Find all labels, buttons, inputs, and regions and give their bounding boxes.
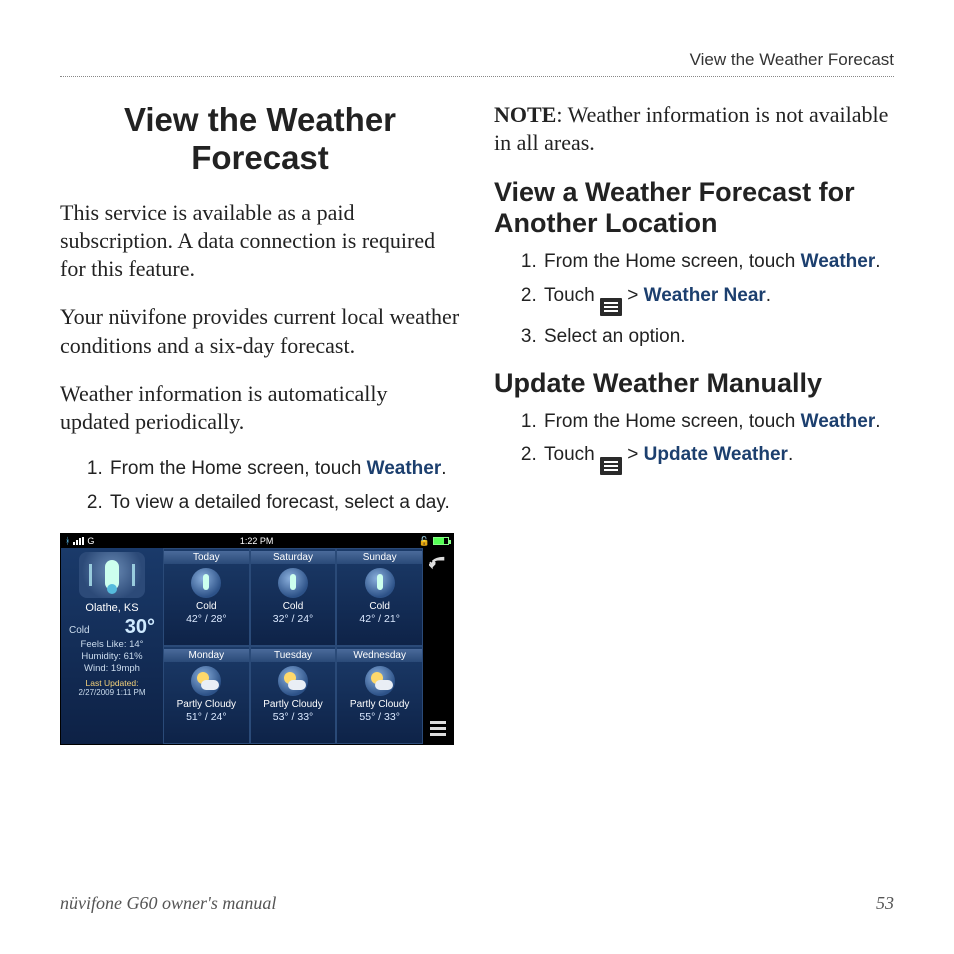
day-label: Today bbox=[164, 551, 249, 564]
day-label: Saturday bbox=[251, 551, 336, 564]
current-conditions-panel: Olathe, KS Cold 30° Feels Like: 14° Humi… bbox=[61, 548, 163, 744]
humidity: Humidity: 61% bbox=[81, 651, 142, 663]
page-title: View the Weather Forecast bbox=[60, 101, 460, 177]
s3-step2: Touch > Update Weather. bbox=[542, 442, 894, 475]
menu-icon bbox=[600, 298, 622, 316]
section-another-location-title: View a Weather Forecast for Another Loca… bbox=[494, 177, 894, 239]
running-header: View the Weather Forecast bbox=[60, 50, 894, 77]
s2-step2-pre: Touch bbox=[544, 285, 600, 306]
day-label: Sunday bbox=[337, 551, 422, 564]
weather-link: Weather bbox=[801, 411, 876, 432]
s2-step3: Select an option. bbox=[542, 324, 894, 350]
weather-icon bbox=[365, 568, 395, 598]
forecast-grid: TodayCold42° / 28°SaturdayCold32° / 24°S… bbox=[163, 548, 423, 744]
left-column: View the Weather Forecast This service i… bbox=[60, 101, 460, 745]
lock-icon: 🔓 bbox=[419, 536, 430, 547]
s2-step1-text: From the Home screen, touch bbox=[544, 251, 801, 272]
page-number: 53 bbox=[876, 893, 894, 914]
intro-paragraph-3: Weather information is automatically upd… bbox=[60, 380, 460, 436]
note-label: NOTE bbox=[494, 102, 556, 127]
update-weather-link: Update Weather bbox=[644, 444, 788, 465]
s2-step1: From the Home screen, touch Weather. bbox=[542, 249, 894, 275]
note-paragraph: NOTE: Weather information is not availab… bbox=[494, 101, 894, 157]
feels-like: Feels Like: 14° bbox=[81, 639, 144, 651]
forecast-condition: Cold bbox=[196, 601, 217, 612]
menu-icon bbox=[600, 457, 622, 475]
day-label: Monday bbox=[164, 649, 249, 662]
s3-step1: From the Home screen, touch Weather. bbox=[542, 409, 894, 435]
forecast-condition: Cold bbox=[283, 601, 304, 612]
forecast-hilow: 51° / 24° bbox=[186, 711, 227, 723]
forecast-cell[interactable]: Wednesday Partly Cloudy55° / 33° bbox=[336, 646, 423, 744]
forecast-hilow: 42° / 28° bbox=[186, 613, 227, 625]
step-1-text: From the Home screen, touch bbox=[110, 458, 367, 479]
step-1: From the Home screen, touch Weather. bbox=[108, 456, 460, 482]
right-column: NOTE: Weather information is not availab… bbox=[494, 101, 894, 745]
intro-paragraph-1: This service is available as a paid subs… bbox=[60, 199, 460, 283]
page-footer: nüvifone G60 owner's manual 53 bbox=[60, 893, 894, 914]
section-update-manually-title: Update Weather Manually bbox=[494, 368, 894, 399]
forecast-hilow: 53° / 33° bbox=[273, 711, 314, 723]
weather-near-link: Weather Near bbox=[644, 285, 766, 306]
current-temp: 30° bbox=[125, 616, 155, 639]
s3-step2-pre: Touch bbox=[544, 444, 600, 465]
day-label: Wednesday bbox=[337, 649, 422, 662]
forecast-cell[interactable]: Sunday Cold42° / 21° bbox=[336, 548, 423, 646]
weather-icon bbox=[365, 666, 395, 696]
forecast-condition: Partly Cloudy bbox=[177, 699, 236, 710]
step-2: To view a detailed forecast, select a da… bbox=[108, 490, 460, 516]
weather-link: Weather bbox=[801, 251, 876, 272]
main-steps: From the Home screen, touch Weather. To … bbox=[60, 456, 460, 515]
forecast-cell[interactable]: Monday Partly Cloudy51° / 24° bbox=[163, 646, 250, 744]
wind: Wind: 19mph bbox=[84, 663, 140, 675]
location-label: Olathe, KS bbox=[85, 602, 138, 614]
s2-step2-sep: > bbox=[622, 285, 644, 306]
forecast-hilow: 55° / 33° bbox=[359, 711, 400, 723]
bluetooth-icon: ᚼ bbox=[65, 536, 70, 546]
forecast-cell[interactable]: Tuesday Partly Cloudy53° / 33° bbox=[250, 646, 337, 744]
device-sidebar bbox=[423, 548, 453, 744]
status-bar: ᚼ G 1:22 PM 🔓 bbox=[61, 534, 453, 548]
forecast-cell[interactable]: Today Cold42° / 28° bbox=[163, 548, 250, 646]
battery-icon bbox=[433, 537, 449, 545]
weather-link: Weather bbox=[367, 458, 442, 479]
status-time: 1:22 PM bbox=[240, 536, 274, 546]
another-location-steps: From the Home screen, touch Weather. Tou… bbox=[494, 249, 894, 349]
s2-step2: Touch > Weather Near. bbox=[542, 283, 894, 316]
weather-icon bbox=[191, 568, 221, 598]
current-condition: Cold bbox=[69, 625, 90, 636]
menu-icon[interactable] bbox=[430, 721, 446, 736]
weather-app-screenshot: ᚼ G 1:22 PM 🔓 Olathe, KS bbox=[60, 533, 454, 745]
signal-icon bbox=[73, 537, 84, 545]
forecast-hilow: 42° / 21° bbox=[359, 613, 400, 625]
forecast-hilow: 32° / 24° bbox=[273, 613, 314, 625]
forecast-condition: Cold bbox=[369, 601, 390, 612]
back-icon[interactable] bbox=[429, 556, 447, 574]
manual-name: nüvifone G60 owner's manual bbox=[60, 893, 276, 914]
forecast-cell[interactable]: Saturday Cold32° / 24° bbox=[250, 548, 337, 646]
day-label: Tuesday bbox=[251, 649, 336, 662]
update-manually-steps: From the Home screen, touch Weather. Tou… bbox=[494, 409, 894, 476]
intro-paragraph-2: Your nüvifone provides current local wea… bbox=[60, 303, 460, 359]
manual-page: View the Weather Forecast View the Weath… bbox=[0, 0, 954, 954]
weather-icon bbox=[191, 666, 221, 696]
forecast-condition: Partly Cloudy bbox=[350, 699, 409, 710]
forecast-condition: Partly Cloudy bbox=[263, 699, 322, 710]
s3-step1-text: From the Home screen, touch bbox=[544, 411, 801, 432]
weather-icon bbox=[278, 568, 308, 598]
two-column-layout: View the Weather Forecast This service i… bbox=[60, 101, 894, 745]
thermometer-icon bbox=[79, 552, 145, 598]
carrier-label: G bbox=[87, 536, 94, 546]
s3-step2-sep: > bbox=[622, 444, 644, 465]
last-updated-label: Last Updated: bbox=[86, 678, 139, 688]
last-updated-time: 2/27/2009 1:11 PM bbox=[78, 688, 145, 697]
weather-icon bbox=[278, 666, 308, 696]
